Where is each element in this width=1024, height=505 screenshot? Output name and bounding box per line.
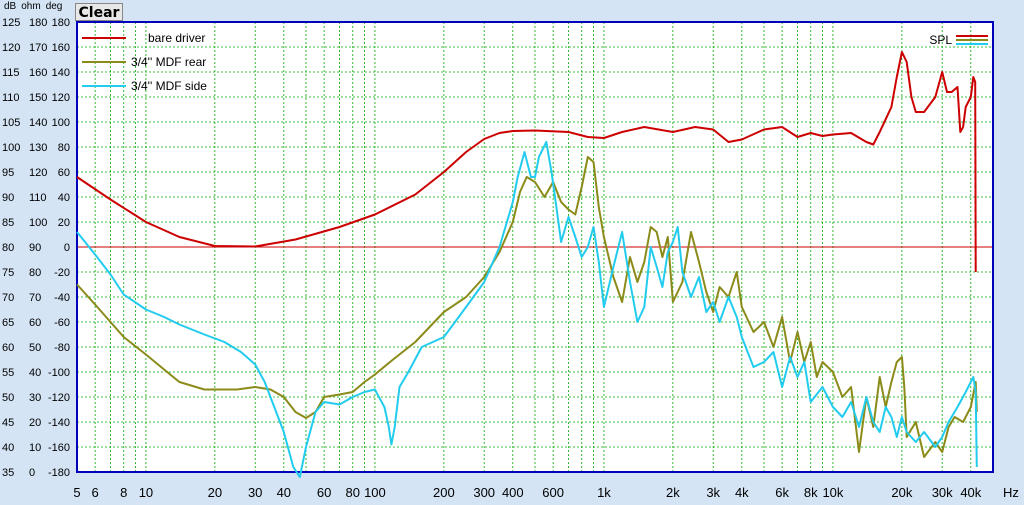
y-tick-db: 40	[2, 442, 14, 454]
y-tick-ohm: 0	[29, 467, 35, 479]
legend-label-1: 3/4'' MDF rear	[131, 55, 206, 69]
y-tick-ohm: 120	[29, 167, 47, 179]
x-unit-label: Hz	[1003, 485, 1019, 500]
y-tick-deg: 140	[52, 67, 70, 79]
y-tick-deg: -160	[48, 442, 70, 454]
x-tick-label: 4k	[735, 485, 749, 500]
y-tick-db: 100	[2, 142, 20, 154]
y-tick-deg: -140	[48, 417, 70, 429]
x-tick-label: 8k	[804, 485, 818, 500]
x-tick-label: 5	[73, 485, 80, 500]
x-tick-label: 200	[433, 485, 455, 500]
y-tick-db: 45	[2, 417, 14, 429]
y-tick-deg: -20	[54, 267, 70, 279]
y-tick-ohm: 40	[29, 367, 41, 379]
y-tick-db: 90	[2, 192, 14, 204]
legend-label-2: 3/4'' MDF side	[131, 79, 207, 93]
x-tick-label: 20	[208, 485, 222, 500]
x-tick-label: 1k	[597, 485, 611, 500]
x-tick-label: 400	[502, 485, 524, 500]
x-tick-label: 20k	[891, 485, 912, 500]
y-tick-deg: -40	[54, 292, 70, 304]
y-tick-deg: -100	[48, 367, 70, 379]
y-tick-db: 95	[2, 167, 14, 179]
y-tick-db: 80	[2, 242, 14, 254]
y-tick-db: 105	[2, 117, 20, 129]
y-tick-deg: 80	[58, 142, 70, 154]
y-tick-db: 110	[2, 92, 20, 104]
y-tick-ohm: 110	[29, 192, 47, 204]
x-tick-label: 300	[473, 485, 495, 500]
y-tick-db: 55	[2, 367, 14, 379]
x-tick-label: 40k	[960, 485, 981, 500]
y-tick-deg: 160	[52, 42, 70, 54]
frequency-response-chart: 125 180 180120 170 160115 160 140110 150 120105 1…	[2, 17, 1019, 500]
legend-label-0: bare driver	[148, 31, 205, 45]
y-tick-ohm: 20	[29, 417, 41, 429]
y-tick-deg: 100	[52, 117, 70, 129]
y-tick-db: 115	[2, 67, 20, 79]
y-tick-ohm: 180	[29, 17, 47, 29]
x-tick-label: 600	[542, 485, 564, 500]
y-tick-ohm: 70	[29, 292, 41, 304]
y-tick-ohm: 30	[29, 392, 41, 404]
y-tick-deg: 0	[64, 242, 70, 254]
y-tick-deg: 20	[58, 217, 70, 229]
y-tick-deg: 120	[52, 92, 70, 104]
y-tick-deg: -180	[48, 467, 70, 479]
y-tick-ohm: 90	[29, 242, 41, 254]
x-tick-label: 80	[346, 485, 360, 500]
y-tick-db: 50	[2, 392, 14, 404]
y-tick-deg: -120	[48, 392, 70, 404]
y-tick-db: 85	[2, 217, 14, 229]
y-tick-ohm: 130	[29, 142, 47, 154]
x-tick-label: 40	[277, 485, 291, 500]
y-tick-db: 125	[2, 17, 20, 29]
y-tick-deg: -60	[54, 317, 70, 329]
y-tick-db: 60	[2, 342, 14, 354]
y-tick-db: 70	[2, 292, 14, 304]
y-tick-ohm: 100	[29, 217, 47, 229]
x-tick-label: 100	[364, 485, 386, 500]
spl-legend-label: SPL	[929, 33, 952, 47]
y-tick-ohm: 80	[29, 267, 41, 279]
y-tick-deg: -80	[54, 342, 70, 354]
y-tick-db: 120	[2, 42, 20, 54]
x-tick-label: 6k	[775, 485, 789, 500]
x-tick-label: 6	[92, 485, 99, 500]
y-tick-ohm: 50	[29, 342, 41, 354]
y-tick-ohm: 60	[29, 317, 41, 329]
y-tick-deg: 180	[52, 17, 70, 29]
y-tick-deg: 60	[58, 167, 70, 179]
x-tick-label: 30	[248, 485, 262, 500]
x-tick-label: 8	[120, 485, 127, 500]
y-tick-db: 75	[2, 267, 14, 279]
y-tick-db: 65	[2, 317, 14, 329]
y-tick-ohm: 10	[29, 442, 41, 454]
y-tick-db: 35	[2, 467, 14, 479]
x-tick-label: 10	[139, 485, 153, 500]
x-tick-label: 30k	[932, 485, 953, 500]
y-tick-ohm: 170	[29, 42, 47, 54]
y-tick-ohm: 160	[29, 67, 47, 79]
y-tick-deg: 40	[58, 192, 70, 204]
y-tick-ohm: 140	[29, 117, 47, 129]
x-tick-label: 10k	[822, 485, 843, 500]
x-tick-label: 3k	[706, 485, 720, 500]
x-tick-label: 60	[317, 485, 331, 500]
x-tick-label: 2k	[666, 485, 680, 500]
y-tick-ohm: 150	[29, 92, 47, 104]
